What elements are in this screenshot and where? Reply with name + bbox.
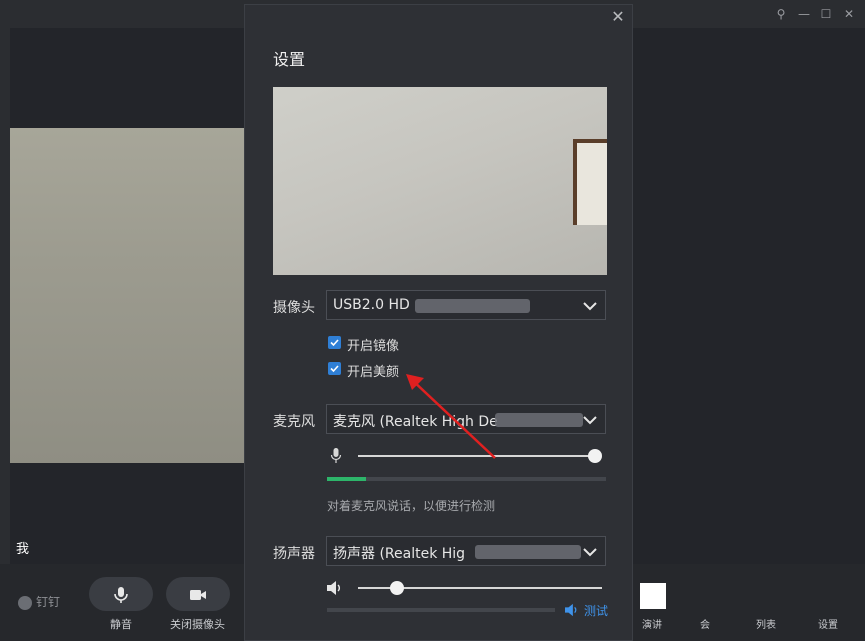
brand-logo: 钉钉 <box>18 593 60 610</box>
self-name-label: 我 <box>16 542 30 557</box>
dialog-title: 设置 <box>273 50 306 69</box>
mic-level-meter <box>327 477 606 481</box>
speaker-level-meter <box>327 608 555 612</box>
toolbar-label-present: 演讲 <box>642 620 662 631</box>
preview-window-frame <box>573 139 607 225</box>
mute-label: 静音 <box>110 618 132 631</box>
speaker-icon <box>327 581 340 595</box>
brand-name: 钉钉 <box>36 595 61 609</box>
checkmark-icon <box>330 339 339 347</box>
speaker-select-value: 扬声器 (Realtek Hig <box>333 546 466 562</box>
microphone-icon <box>330 448 342 463</box>
speaker-test-icon <box>565 603 577 617</box>
camera-off-button[interactable] <box>166 577 230 611</box>
present-icon[interactable] <box>640 583 666 609</box>
annotation-arrow <box>406 374 496 459</box>
maximize-icon[interactable]: ☐ <box>817 5 835 23</box>
dingtalk-logo-icon <box>18 595 32 610</box>
camera-select-value: USB2.0 HD <box>333 297 410 313</box>
beauty-checkbox[interactable] <box>328 362 341 375</box>
toolbar-label-settings[interactable]: 设置 <box>818 616 838 631</box>
chevron-down-icon <box>583 416 597 425</box>
redacted-text <box>495 413 583 427</box>
video-camera-icon <box>190 590 206 600</box>
minimize-icon[interactable]: — <box>795 5 813 23</box>
mic-level-fill <box>327 477 366 481</box>
self-video <box>10 128 250 463</box>
dialog-close-icon[interactable]: ✕ <box>610 9 626 25</box>
mute-button[interactable] <box>89 577 153 611</box>
speaker-select[interactable]: 扬声器 (Realtek Hig <box>326 536 606 566</box>
toolbar-label-list: 列表 <box>756 620 776 631</box>
mirror-label: 开启镜像 <box>347 339 400 354</box>
mic-hint-text: 对着麦克风说话，以便进行检测 <box>327 499 496 513</box>
beauty-label: 开启美颜 <box>347 365 400 380</box>
close-icon[interactable]: ✕ <box>840 5 858 23</box>
camera-off-label: 关闭摄像头 <box>170 618 225 631</box>
microphone-icon <box>114 587 128 603</box>
pin-icon[interactable]: ⚲ <box>772 5 790 23</box>
redacted-text <box>415 299 530 313</box>
camera-select[interactable]: USB2.0 HD <box>326 290 606 320</box>
camera-preview <box>273 87 607 275</box>
mirror-checkbox[interactable] <box>328 336 341 349</box>
mic-volume-thumb[interactable] <box>588 449 602 463</box>
speaker-volume-thumb[interactable] <box>390 581 404 595</box>
chevron-down-icon <box>583 302 597 311</box>
microphone-label: 麦克风 <box>273 414 315 430</box>
chevron-down-icon <box>583 548 597 557</box>
camera-label: 摄像头 <box>273 300 315 316</box>
speaker-label: 扬声器 <box>273 546 315 562</box>
speaker-test-button[interactable]: 测试 <box>584 602 608 619</box>
toolbar-label-meeting: 会 <box>700 620 710 631</box>
redacted-text <box>475 545 581 559</box>
checkmark-icon <box>330 365 339 373</box>
